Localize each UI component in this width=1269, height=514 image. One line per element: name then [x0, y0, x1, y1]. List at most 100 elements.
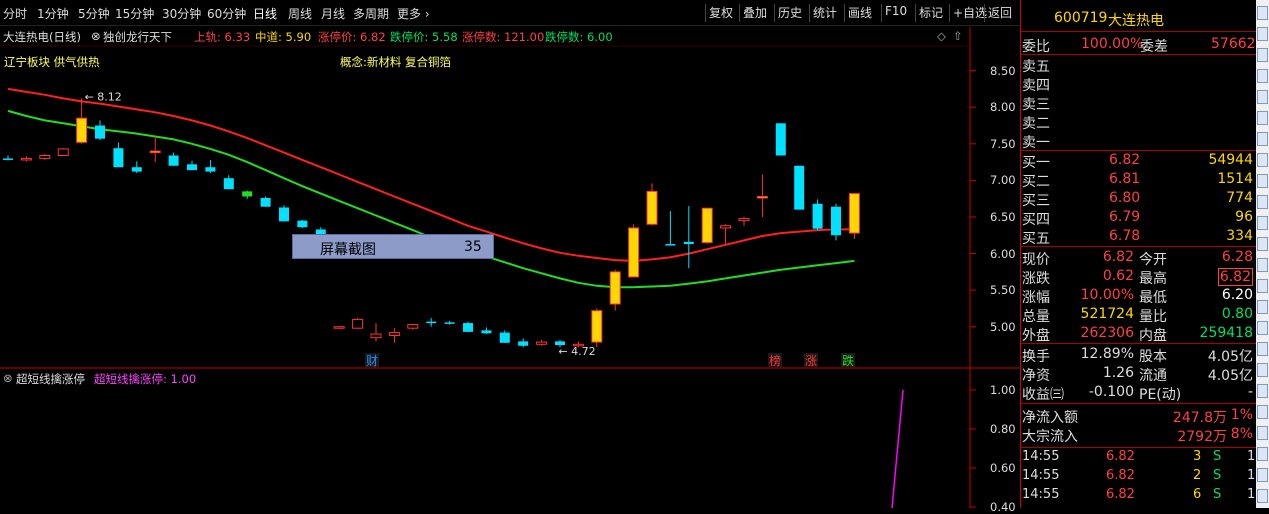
- side-tool-icon[interactable]: [1257, 6, 1268, 20]
- side-tool-icon[interactable]: [1257, 468, 1268, 482]
- indicator-toggle-icon[interactable]: ⊗: [3, 371, 13, 385]
- side-tool-icon[interactable]: [1257, 111, 1268, 125]
- tick-time: 14:55: [1022, 468, 1060, 483]
- side-tool-icon[interactable]: [1257, 174, 1268, 188]
- side-tool-icon[interactable]: [1257, 153, 1268, 167]
- candle[interactable]: [701, 207, 713, 245]
- side-tool-icon[interactable]: [1257, 426, 1268, 440]
- candle[interactable]: [95, 120, 105, 141]
- event-marker-zhang-text: 涨: [805, 353, 817, 368]
- side-tool-icon[interactable]: [1257, 48, 1268, 62]
- side-tool-icon[interactable]: [1257, 405, 1268, 419]
- candle[interactable]: [646, 183, 658, 226]
- candle[interactable]: [831, 203, 841, 241]
- candle[interactable]: [591, 308, 603, 348]
- candle[interactable]: [242, 190, 253, 199]
- side-tool-icon[interactable]: [1257, 132, 1268, 146]
- side-tool-icon[interactable]: [1257, 384, 1268, 398]
- candle[interactable]: [720, 224, 732, 245]
- side-tool-icon[interactable]: [1257, 216, 1268, 230]
- side-tool-icon[interactable]: [1257, 342, 1268, 356]
- candle[interactable]: [352, 317, 364, 329]
- candle[interactable]: [683, 206, 694, 269]
- candle[interactable]: [333, 326, 345, 329]
- candle[interactable]: [187, 160, 197, 171]
- tick-count: 1: [1247, 449, 1256, 464]
- candle[interactable]: [738, 216, 750, 226]
- side-tool-icon[interactable]: [1257, 363, 1268, 377]
- buy-label: 买五: [1022, 231, 1050, 247]
- kline-chart[interactable]: ← 8.12 ← 4.72 财 榜 涨 跌: [0, 0, 1020, 508]
- candle[interactable]: [279, 205, 289, 222]
- candle[interactable]: [57, 148, 69, 157]
- candle[interactable]: [205, 159, 216, 174]
- buy-volume: 1514: [1217, 171, 1253, 187]
- side-tool-icon[interactable]: [1257, 237, 1268, 251]
- side-tool-icon[interactable]: [1257, 27, 1268, 41]
- candle[interactable]: [260, 196, 271, 207]
- stat-value: 6.28: [1221, 249, 1253, 265]
- candle[interactable]: [297, 219, 308, 228]
- indicator-panel-name[interactable]: 超短线擒涨停: [16, 371, 85, 387]
- flow-value: 247.8万: [1172, 410, 1227, 426]
- stock-name: 大连热电: [1108, 13, 1164, 29]
- candle[interactable]: [370, 323, 382, 342]
- candle[interactable]: [131, 161, 142, 174]
- limit-down-price: 跌停价: 5.58: [390, 30, 458, 44]
- candle[interactable]: [20, 156, 32, 162]
- side-tool-icon[interactable]: [1257, 279, 1268, 293]
- indicator-toggle-icon[interactable]: ⊗: [91, 29, 101, 43]
- candle[interactable]: [665, 211, 676, 246]
- candle[interactable]: [756, 174, 768, 217]
- candle[interactable]: [499, 330, 510, 343]
- side-tool-icon[interactable]: [1257, 447, 1268, 461]
- buy-row: 买三 6.80 774: [1021, 189, 1257, 209]
- candle[interactable]: [794, 165, 805, 210]
- candle[interactable]: [481, 327, 492, 335]
- overlay-label: 屏幕截图: [320, 242, 376, 258]
- candle[interactable]: [223, 175, 234, 190]
- candle[interactable]: [628, 224, 640, 278]
- candle[interactable]: [76, 98, 88, 144]
- candle[interactable]: [388, 328, 400, 343]
- flow-pct: 8%: [1230, 426, 1253, 442]
- stock-code: 600719: [1054, 10, 1108, 26]
- candle[interactable]: [149, 136, 161, 163]
- side-tool-icon[interactable]: [1257, 195, 1268, 209]
- side-tool-icon[interactable]: [1257, 90, 1268, 104]
- expand-arrow-icon[interactable]: ⇧: [953, 29, 963, 43]
- stat-value: 259418: [1199, 325, 1253, 341]
- expand-diamond-icon[interactable]: ◇: [937, 29, 946, 43]
- tick-count: 1: [1247, 468, 1256, 483]
- stat-value: 12.89%: [1080, 346, 1134, 362]
- candle[interactable]: [848, 193, 860, 239]
- stat2-row: 换手 12.89% 股本 4.05亿: [1021, 345, 1257, 365]
- stat-label: 涨跌: [1022, 271, 1050, 287]
- low-annotation: ← 4.72: [558, 345, 595, 358]
- candle[interactable]: [518, 338, 529, 348]
- tick-side: S: [1213, 468, 1222, 483]
- candle[interactable]: [113, 142, 124, 168]
- indicator-name[interactable]: 独创龙行天下: [103, 29, 172, 45]
- side-tool-icon[interactable]: [1257, 258, 1268, 272]
- tick-price: 6.82: [1106, 487, 1135, 502]
- side-tool-icon[interactable]: [1257, 321, 1268, 335]
- candle[interactable]: [426, 317, 437, 327]
- side-tool-icon[interactable]: [1257, 69, 1268, 83]
- stat-row: 涨跌 0.62 最高 6.82: [1021, 267, 1257, 287]
- candle[interactable]: [407, 323, 419, 330]
- candle[interactable]: [463, 321, 473, 332]
- candle[interactable]: [444, 320, 455, 325]
- candle[interactable]: [812, 199, 823, 231]
- candle[interactable]: [168, 152, 179, 166]
- candle[interactable]: [3, 155, 13, 161]
- weicha-value: 57662: [1211, 36, 1256, 52]
- candle[interactable]: [775, 123, 786, 156]
- buy-price: 6.78: [1109, 228, 1141, 244]
- candle[interactable]: [609, 269, 621, 311]
- side-tool-icon[interactable]: [1257, 300, 1268, 314]
- candle[interactable]: [536, 339, 548, 346]
- candle[interactable]: [39, 154, 51, 160]
- side-tool-icon[interactable]: [1257, 489, 1268, 503]
- screenshot-overlay[interactable]: 屏幕截图 35: [292, 234, 494, 259]
